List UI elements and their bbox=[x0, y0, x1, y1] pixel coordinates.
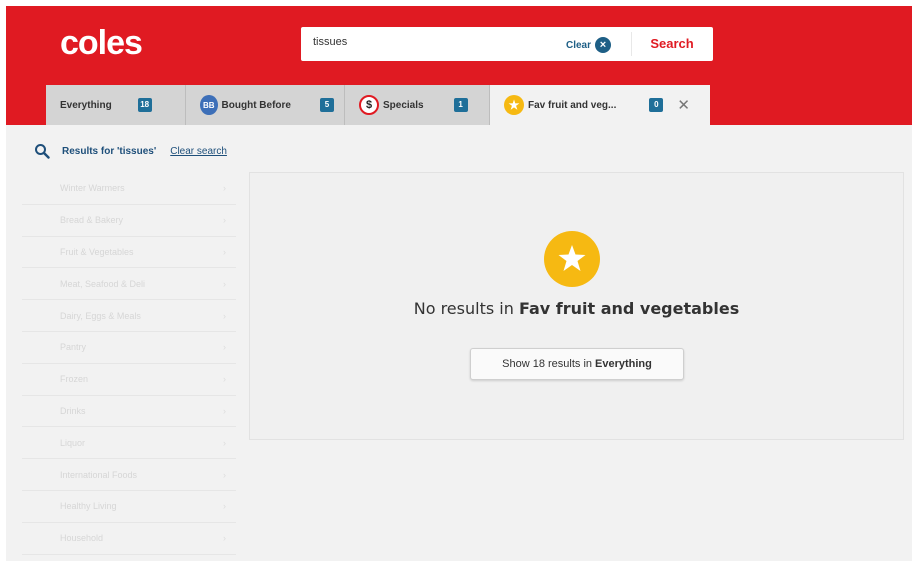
empty-results-panel: No results in Fav fruit and vegetables S… bbox=[249, 172, 904, 440]
clear-search-link[interactable]: Clear search bbox=[170, 146, 227, 157]
search-icon bbox=[34, 143, 50, 159]
chevron-right-icon: › bbox=[223, 533, 226, 544]
tab-specials[interactable]: $ Specials 1 bbox=[345, 85, 490, 125]
category-label: International Foods bbox=[60, 469, 138, 480]
close-icon[interactable]: ✕ bbox=[677, 96, 690, 114]
chevron-right-icon: › bbox=[223, 246, 226, 257]
search-input[interactable]: tissues bbox=[313, 36, 347, 48]
sidebar-category[interactable]: Winter Warmers › bbox=[22, 173, 236, 205]
sidebar-category[interactable]: Bread & Bakery › bbox=[22, 205, 236, 237]
star-icon: ★ bbox=[504, 95, 524, 115]
sidebar-category[interactable]: Frozen › bbox=[22, 364, 236, 396]
category-label: Frozen bbox=[60, 374, 89, 385]
sidebar-category[interactable]: Healthy Living › bbox=[22, 491, 236, 523]
category-label: Bread & Bakery bbox=[60, 215, 124, 226]
chevron-right-icon: › bbox=[223, 342, 226, 353]
star-icon bbox=[544, 231, 600, 287]
chevron-right-icon: › bbox=[223, 501, 226, 512]
tab-label: Everything bbox=[60, 99, 112, 111]
show-results-button[interactable]: Show 18 results in Everything bbox=[470, 348, 684, 380]
category-label: Fruit & Vegetables bbox=[60, 246, 134, 257]
dollar-icon: $ bbox=[359, 95, 379, 115]
category-label: Dairy, Eggs & Meals bbox=[60, 310, 141, 321]
chevron-right-icon: › bbox=[223, 183, 226, 194]
page: coles tissues Clear × Search Everything … bbox=[6, 6, 912, 561]
chevron-right-icon: › bbox=[223, 469, 226, 480]
button-target: Everything bbox=[595, 358, 652, 370]
tab-count: 0 bbox=[649, 98, 664, 112]
category-label: Winter Warmers bbox=[60, 183, 125, 194]
chevron-right-icon: › bbox=[223, 310, 226, 321]
tab-everything[interactable]: Everything 18 bbox=[46, 85, 186, 125]
results-label: Results for 'tissues' bbox=[62, 145, 157, 157]
no-results-prefix: No results in bbox=[413, 299, 514, 318]
tab-label: Specials bbox=[383, 99, 424, 111]
tab-count: 5 bbox=[320, 98, 334, 112]
chevron-right-icon: › bbox=[223, 278, 226, 289]
button-prefix: Show 18 results in bbox=[502, 358, 593, 370]
sidebar-category[interactable]: Liquor › bbox=[22, 427, 236, 460]
category-label: Healthy Living bbox=[60, 501, 117, 512]
tab-fav-fruit-and-veg[interactable]: ★ Fav fruit and veg... 0 ✕ bbox=[490, 85, 710, 125]
category-label: Liquor bbox=[60, 437, 86, 448]
sidebar-category[interactable]: Dairy, Eggs & Meals › bbox=[22, 300, 236, 332]
list-name: Fav fruit and vegetables bbox=[518, 299, 740, 318]
search-button[interactable]: Search bbox=[636, 36, 708, 51]
coles-logo[interactable]: coles bbox=[60, 24, 143, 63]
sidebar-category[interactable]: Pantry › bbox=[22, 332, 236, 364]
chevron-right-icon: › bbox=[223, 374, 226, 385]
tab-count: 18 bbox=[137, 98, 152, 112]
sidebar-category[interactable]: Fruit & Vegetables › bbox=[22, 237, 236, 269]
sidebar-category[interactable]: Meat, Seafood & Deli › bbox=[22, 268, 236, 301]
no-results-message: No results in Fav fruit and vegetables bbox=[250, 299, 903, 318]
close-icon: × bbox=[595, 37, 612, 53]
category-label: Drinks bbox=[60, 405, 86, 416]
tab-label: Bought Before bbox=[221, 99, 291, 111]
tab-count: 1 bbox=[453, 98, 468, 112]
search-box: tissues Clear × Search bbox=[301, 27, 713, 61]
chevron-right-icon: › bbox=[223, 437, 226, 448]
sidebar-category[interactable]: Drinks › bbox=[22, 396, 236, 428]
category-label: Meat, Seafood & Deli bbox=[60, 278, 146, 289]
sidebar-category[interactable]: Household › bbox=[22, 523, 236, 555]
category-label: Household bbox=[60, 533, 104, 544]
tab-bar: Everything 18 BB Bought Before 5 $ Speci… bbox=[46, 85, 710, 125]
divider bbox=[631, 32, 632, 56]
tab-bought-before[interactable]: BB Bought Before 5 bbox=[186, 85, 345, 125]
category-sidebar: Winter Warmers › Bread & Bakery › Fruit & Ve… bbox=[22, 173, 236, 555]
bought-before-icon: BB bbox=[200, 95, 218, 115]
tab-label: Fav fruit and veg... bbox=[528, 99, 617, 111]
chevron-right-icon: › bbox=[223, 215, 226, 226]
category-label: Pantry bbox=[60, 342, 87, 353]
results-row: Results for 'tissues' Clear search bbox=[34, 143, 227, 159]
header: coles tissues Clear × Search Everything … bbox=[6, 6, 912, 125]
clear-label: Clear bbox=[566, 39, 592, 51]
chevron-right-icon: › bbox=[223, 405, 226, 416]
sidebar-category[interactable]: International Foods › bbox=[22, 459, 236, 491]
clear-button[interactable]: Clear × bbox=[566, 37, 612, 53]
